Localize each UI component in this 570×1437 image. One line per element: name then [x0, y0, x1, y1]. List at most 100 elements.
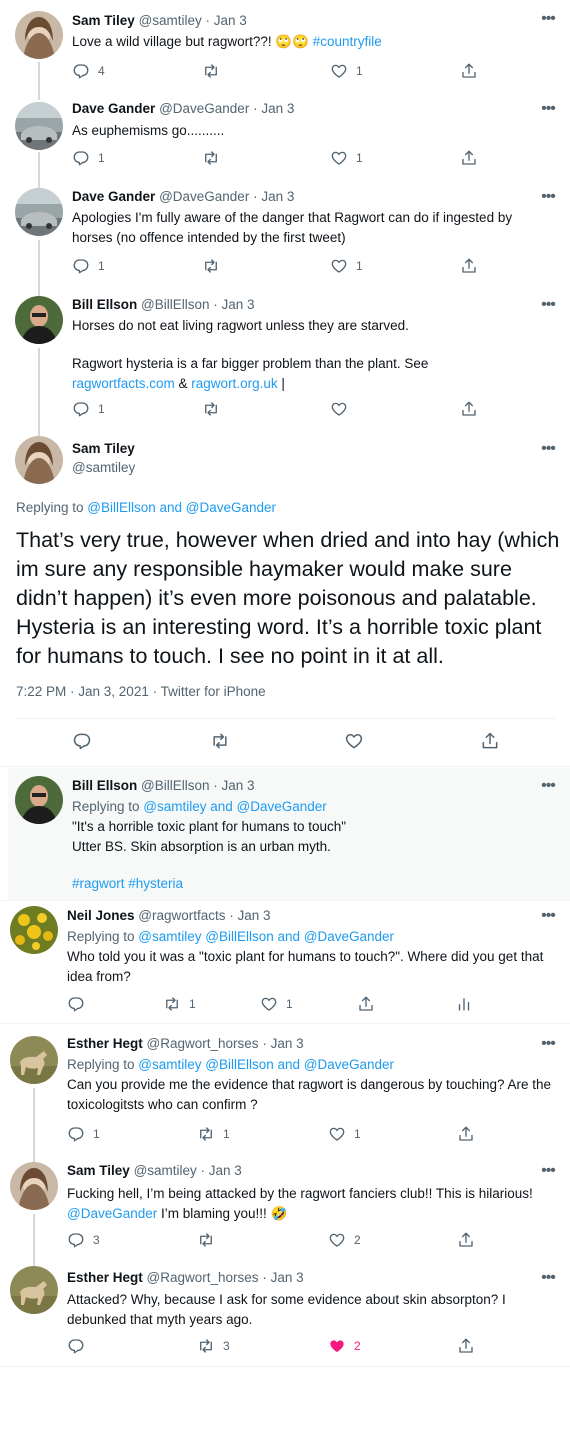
retweet-button[interactable]: [202, 148, 228, 168]
share-button[interactable]: [457, 1124, 475, 1144]
retweet-button[interactable]: [202, 399, 220, 419]
like-button[interactable]: 1: [330, 61, 363, 81]
reply-button[interactable]: 1: [72, 256, 105, 276]
share-button[interactable]: [460, 256, 478, 276]
share-button[interactable]: [460, 399, 478, 419]
avatar[interactable]: [10, 1036, 58, 1084]
timestamp[interactable]: · Jan 3: [213, 778, 254, 793]
more-icon[interactable]: •••: [538, 908, 558, 925]
reply-tweet[interactable]: Esther Hegt @Ragwort_horses · Jan 3 ••• …: [0, 1024, 570, 1154]
more-icon[interactable]: •••: [538, 1036, 558, 1053]
avatar[interactable]: [15, 102, 63, 150]
retweet-button[interactable]: 1: [197, 1124, 230, 1144]
handle[interactable]: @BillEllson: [141, 778, 209, 793]
tweet[interactable]: Dave Gander @DaveGander · Jan 3 ••• Apol…: [0, 178, 570, 288]
timestamp[interactable]: · Jan 3: [201, 1163, 242, 1178]
timestamp[interactable]: · Jan 3: [253, 189, 294, 204]
replying-to-users[interactable]: @samtiley @BillEllson and @DaveGander: [138, 1057, 394, 1072]
retweet-button[interactable]: [202, 61, 228, 81]
more-icon[interactable]: •••: [538, 778, 558, 795]
timestamp[interactable]: · Jan 3: [253, 101, 294, 116]
analytics-button[interactable]: [455, 994, 473, 1014]
avatar[interactable]: [15, 11, 63, 59]
handle[interactable]: @samtiley: [139, 13, 202, 28]
avatar[interactable]: [15, 188, 63, 236]
hashtag-links[interactable]: #ragwort #hysteria: [72, 874, 552, 894]
reply-tweet[interactable]: Esther Hegt @Ragwort_horses · Jan 3 ••• …: [0, 1256, 570, 1366]
like-button[interactable]: 1: [330, 148, 363, 168]
retweet-button[interactable]: [197, 1230, 215, 1250]
more-icon[interactable]: •••: [538, 1270, 558, 1287]
tweet[interactable]: Bill Ellson @BillEllson · Jan 3 ••• Hors…: [0, 288, 570, 430]
replying-to-users[interactable]: @BillEllson and @DaveGander: [87, 500, 276, 515]
like-button[interactable]: 1: [328, 1124, 361, 1144]
display-name[interactable]: Dave Gander: [72, 189, 155, 204]
more-icon[interactable]: •••: [538, 441, 558, 458]
display-name[interactable]: Sam Tiley: [72, 13, 135, 28]
display-name[interactable]: Sam Tiley: [67, 1163, 130, 1178]
timestamp[interactable]: · Jan 3: [229, 908, 270, 923]
avatar[interactable]: [10, 906, 58, 954]
display-name[interactable]: Esther Hegt: [67, 1036, 143, 1051]
handle[interactable]: @BillEllson: [141, 297, 209, 312]
display-name[interactable]: Bill Ellson: [72, 778, 137, 793]
like-button[interactable]: [330, 399, 348, 419]
reply-button[interactable]: [72, 731, 92, 751]
retweet-button[interactable]: 3: [197, 1336, 230, 1356]
replying-to-users[interactable]: @samtiley @BillEllson and @DaveGander: [138, 929, 394, 944]
reply-button[interactable]: 1: [72, 399, 105, 419]
tweet[interactable]: Dave Gander @DaveGander · Jan 3 ••• As e…: [0, 90, 570, 178]
avatar[interactable]: [10, 1266, 58, 1314]
reply-button[interactable]: 3: [67, 1230, 100, 1250]
handle[interactable]: @samtiley: [72, 459, 135, 477]
timestamp[interactable]: · Jan 3: [262, 1270, 303, 1285]
handle[interactable]: @samtiley: [134, 1163, 197, 1178]
handle[interactable]: @Ragwort_horses: [147, 1270, 259, 1285]
reply-tweet[interactable]: Bill Ellson @BillEllson · Jan 3 ••• Repl…: [8, 768, 570, 900]
handle[interactable]: @ragwortfacts: [138, 908, 225, 923]
more-icon[interactable]: •••: [538, 101, 558, 118]
timestamp[interactable]: · Jan 3: [262, 1036, 303, 1051]
display-name[interactable]: Neil Jones: [67, 908, 135, 923]
reply-button[interactable]: 1: [67, 1124, 100, 1144]
like-button[interactable]: [344, 731, 364, 751]
main-tweet-timestamp[interactable]: 7:22 PM · Jan 3, 2021 · Twitter for iPho…: [16, 684, 266, 699]
display-name[interactable]: Bill Ellson: [72, 297, 137, 312]
reply-tweet[interactable]: Sam Tiley @samtiley · Jan 3 ••• Fucking …: [0, 1154, 570, 1256]
share-button[interactable]: [457, 1336, 475, 1356]
more-icon[interactable]: •••: [538, 1163, 558, 1180]
more-icon[interactable]: •••: [538, 189, 558, 206]
avatar[interactable]: [15, 436, 63, 484]
display-name[interactable]: Dave Gander: [72, 101, 155, 116]
display-name[interactable]: Esther Hegt: [67, 1270, 143, 1285]
avatar[interactable]: [15, 776, 63, 824]
like-button[interactable]: 2: [328, 1336, 361, 1356]
retweet-button[interactable]: 1: [163, 994, 196, 1014]
retweet-button[interactable]: [202, 256, 228, 276]
timestamp[interactable]: · Jan 3: [213, 297, 254, 312]
reply-button[interactable]: 1: [72, 148, 105, 168]
hashtag-link[interactable]: #countryfile: [313, 34, 382, 49]
reply-tweet[interactable]: Neil Jones @ragwortfacts · Jan 3 ••• Rep…: [0, 901, 570, 1023]
link-ragwortfacts[interactable]: ragwortfacts.com: [72, 376, 175, 391]
retweet-button[interactable]: [210, 731, 230, 751]
share-button[interactable]: [460, 148, 478, 168]
tweet[interactable]: Sam Tiley @samtiley · Jan 3 ••• Love a w…: [0, 0, 570, 92]
mention-link[interactable]: @DaveGander: [67, 1206, 157, 1221]
like-button[interactable]: 1: [330, 256, 363, 276]
reply-button[interactable]: [67, 1336, 85, 1356]
replying-to-users[interactable]: @samtiley and @DaveGander: [143, 799, 327, 814]
reply-button[interactable]: [67, 994, 85, 1014]
share-button[interactable]: [457, 1230, 475, 1250]
handle[interactable]: @DaveGander: [159, 189, 249, 204]
share-button[interactable]: [480, 731, 500, 751]
like-button[interactable]: 1: [260, 994, 293, 1014]
handle[interactable]: @Ragwort_horses: [147, 1036, 259, 1051]
link-ragwort-org[interactable]: ragwort.org.uk: [191, 376, 277, 391]
handle[interactable]: @DaveGander: [159, 101, 249, 116]
share-button[interactable]: [460, 61, 478, 81]
like-button[interactable]: 2: [328, 1230, 361, 1250]
avatar[interactable]: [15, 296, 63, 344]
more-icon[interactable]: •••: [538, 297, 558, 314]
display-name[interactable]: Sam Tiley: [72, 441, 135, 456]
